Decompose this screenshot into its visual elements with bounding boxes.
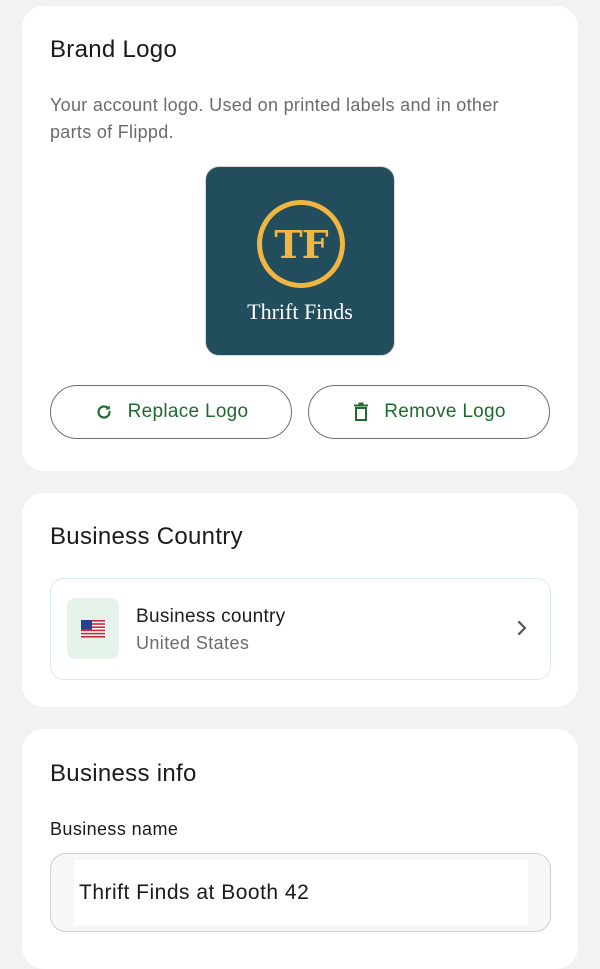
logo-initials: TF xyxy=(274,221,328,267)
replace-logo-button[interactable]: Replace Logo xyxy=(50,385,292,439)
brand-logo-title: Brand Logo xyxy=(50,36,178,63)
business-info-title: Business info xyxy=(50,760,197,787)
business-name-input[interactable]: Thrift Finds at Booth 42 xyxy=(50,853,551,932)
refresh-icon xyxy=(94,402,114,422)
logo-wordmark: Thrift Finds xyxy=(247,299,353,324)
chevron-right-icon xyxy=(516,619,528,642)
replace-logo-label: Replace Logo xyxy=(127,401,249,422)
business-name-value: Thrift Finds at Booth 42 xyxy=(79,881,310,904)
us-flag-icon xyxy=(67,598,119,659)
business-country-label: Business country xyxy=(136,606,286,627)
brand-logo-description: Your account logo. Used on printed label… xyxy=(50,95,499,142)
business-country-row[interactable]: Business country United States xyxy=(50,578,551,680)
logo-emblem: TF xyxy=(257,200,345,288)
business-country-card: Business Country Business country United… xyxy=(22,493,578,707)
business-info-card: Business info Business name Thrift Finds… xyxy=(22,729,578,969)
business-name-label: Business name xyxy=(50,819,179,839)
brand-logo-card: Brand Logo Your account logo. Used on pr… xyxy=(22,6,578,471)
business-country-title: Business Country xyxy=(50,523,243,550)
business-country-value: United States xyxy=(136,633,250,653)
remove-logo-label: Remove Logo xyxy=(384,401,506,422)
trash-icon xyxy=(352,402,370,422)
remove-logo-button[interactable]: Remove Logo xyxy=(308,385,550,439)
brand-logo-image: TF Thrift Finds xyxy=(205,166,395,356)
